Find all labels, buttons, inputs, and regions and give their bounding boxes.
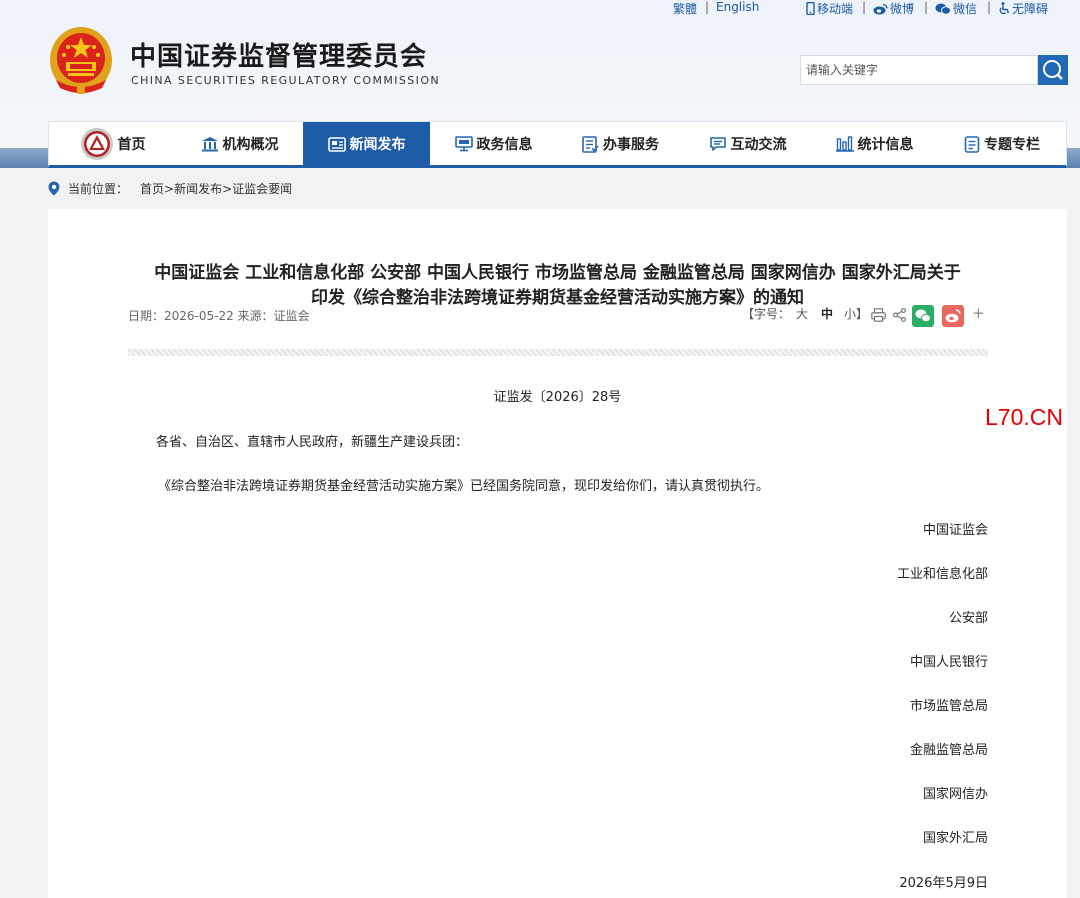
more-share-button[interactable]: + <box>972 304 985 322</box>
separator: | <box>705 0 710 14</box>
wechat-label: 微信 <box>953 2 978 16</box>
title-divider <box>128 349 988 356</box>
monitor-icon <box>454 136 473 152</box>
mobile-link[interactable]: 移动端 <box>806 0 853 17</box>
wheelchair-icon <box>999 2 1010 15</box>
font-large-button[interactable]: 大 <box>796 305 808 322</box>
font-medium-button[interactable]: 中 <box>821 305 833 322</box>
nav-item-special-topics[interactable]: 专题专栏 <box>938 122 1066 166</box>
nav-item-home[interactable]: 首页 <box>49 122 176 166</box>
body-paragraph: 《综合整治非法跨境证券期货基金经营活动实施方案》已经国务院同意，现印发给你们，请… <box>158 479 770 494</box>
separator: | <box>987 0 992 14</box>
signatory: 工业和信息化部 <box>896 567 988 582</box>
share-icon[interactable] <box>893 308 906 322</box>
mobile-icon <box>806 2 815 15</box>
nav-label: 机构概况 <box>222 137 279 153</box>
wechat-link[interactable]: 微信 <box>935 0 977 17</box>
breadcrumb-path[interactable]: 首页>新闻发布>证监会要闻 <box>140 180 292 197</box>
nav-item-statistics[interactable]: 统计信息 <box>811 122 938 166</box>
weibo-share-icon[interactable] <box>942 305 964 327</box>
nav-label: 首页 <box>117 137 146 153</box>
signatory: 市场监管总局 <box>909 699 988 714</box>
location-pin-icon <box>48 181 60 196</box>
site-title[interactable]: 中国证券监督管理委员会 <box>130 36 427 73</box>
nav-item-about[interactable]: 机构概况 <box>176 122 303 166</box>
signatory: 国家网信办 <box>922 787 988 802</box>
search-icon <box>1043 60 1063 80</box>
font-size-label: 【字号： <box>742 307 791 321</box>
nav-item-government-info[interactable]: 政务信息 <box>430 122 557 166</box>
print-icon[interactable] <box>871 308 886 322</box>
weibo-icon <box>873 3 888 15</box>
national-emblem-logo[interactable] <box>48 24 114 96</box>
wechat-share-icon[interactable] <box>912 305 934 327</box>
nav-label: 政务信息 <box>476 137 533 153</box>
weibo-label: 微博 <box>890 2 915 16</box>
issue-date: 2026年5月9日 <box>899 876 988 891</box>
weibo-link[interactable]: 微博 <box>873 0 914 17</box>
watermark: L70.CN <box>985 404 1063 430</box>
nav-label: 新闻发布 <box>349 137 406 153</box>
site-subtitle: CHINA SECURITIES REGULATORY COMMISSION <box>131 74 441 87</box>
signatory: 公安部 <box>948 611 988 626</box>
english-link[interactable]: English <box>716 0 759 14</box>
wechat-icon <box>935 3 951 15</box>
csrc-logo-icon <box>80 128 113 160</box>
accessibility-label: 无障碍 <box>1012 2 1049 16</box>
signatory: 金融监管总局 <box>909 743 988 758</box>
article-meta: 日期：2026-05-22 来源：证监会 <box>128 309 310 323</box>
main-nav: 首页 机构概况 新闻发布 政务信息 办事服务 互动交流 统计信息 专题专栏 <box>48 121 1067 168</box>
top-links-bar: 繁體 | English 移动端 | 微博 | 微信 | 无障碍 <box>0 0 1080 16</box>
traditional-chinese-link[interactable]: 繁體 <box>673 0 697 17</box>
breadcrumb: 当前位置： 首页>新闻发布>证监会要闻 <box>48 180 292 197</box>
mobile-label: 移动端 <box>817 2 854 16</box>
article-title-line1: 中国证监会 工业和信息化部 公安部 中国人民银行 市场监管总局 金融监管总局 国… <box>154 263 961 283</box>
nav-item-interaction[interactable]: 互动交流 <box>684 122 811 166</box>
salutation: 各省、自治区、直辖市人民政府，新疆生产建设兵团： <box>156 435 469 450</box>
signatory: 中国人民银行 <box>909 655 988 670</box>
bar-chart-icon <box>835 136 854 152</box>
document-icon <box>964 135 980 153</box>
signatory: 国家外汇局 <box>922 831 988 846</box>
checklist-icon <box>582 135 599 153</box>
nav-item-news[interactable]: 新闻发布 <box>303 122 430 166</box>
nav-label: 互动交流 <box>730 137 787 153</box>
building-icon <box>201 137 218 152</box>
nav-label: 办事服务 <box>603 137 659 153</box>
search-input[interactable] <box>800 55 1038 85</box>
newspaper-icon <box>327 136 346 152</box>
separator: | <box>924 0 929 14</box>
breadcrumb-label: 当前位置： <box>68 182 129 196</box>
separator: | <box>862 0 867 14</box>
accessibility-link[interactable]: 无障碍 <box>998 0 1048 17</box>
document-number: 证监发〔2026〕28号 <box>493 390 622 405</box>
chat-icon <box>709 137 726 151</box>
search-button[interactable] <box>1038 55 1068 85</box>
nav-label: 专题专栏 <box>984 137 1040 153</box>
signatory: 中国证监会 <box>922 523 988 538</box>
nav-label: 统计信息 <box>857 137 914 153</box>
font-small-button[interactable]: 小】 <box>844 305 868 322</box>
nav-item-services[interactable]: 办事服务 <box>557 122 684 166</box>
